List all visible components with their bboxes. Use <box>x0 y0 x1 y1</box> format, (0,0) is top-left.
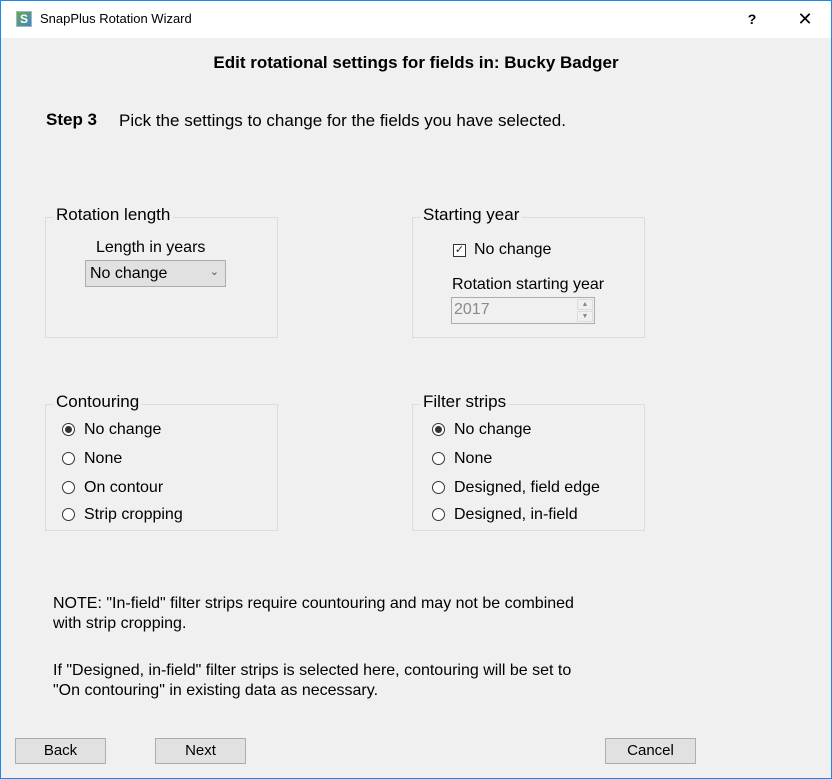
contouring-option-label[interactable]: Strip cropping <box>84 506 183 524</box>
cancel-button[interactable]: Cancel <box>605 738 696 764</box>
spin-up-button[interactable]: ▲ <box>577 299 593 310</box>
title-bar: S SnapPlus Rotation Wizard ? ✕ <box>1 1 831 38</box>
rotation-length-legend: Rotation length <box>53 205 174 225</box>
note-line: with strip cropping. <box>53 615 187 632</box>
back-button[interactable]: Back <box>15 738 106 764</box>
filter-strips-radio-no-change[interactable] <box>432 423 445 436</box>
step-label: Step 3 <box>46 110 98 129</box>
length-in-years-label: Length in years <box>96 239 206 256</box>
filter-strips-radio-in-field[interactable] <box>432 508 445 521</box>
spin-down-button[interactable]: ▼ <box>577 311 593 322</box>
arrow-down-icon: ▼ <box>581 313 589 320</box>
note-infield-text: NOTE: "In-field" filter strips require c… <box>53 594 673 634</box>
step-description: Pick the settings to change for the fiel… <box>119 111 566 130</box>
wizard-window: S SnapPlus Rotation Wizard ? ✕ Edit rota… <box>0 0 832 779</box>
contouring-radio-on-contour[interactable] <box>62 481 75 494</box>
filter-strips-option-label[interactable]: No change <box>454 421 531 439</box>
starting-year-spinner[interactable]: 2017 ▲ ▼ <box>451 297 595 324</box>
contouring-radio-none[interactable] <box>62 452 75 465</box>
filter-strips-option-label[interactable]: Designed, field edge <box>454 479 600 497</box>
note-line: NOTE: "In-field" filter strips require c… <box>53 595 574 612</box>
filter-strips-option-label[interactable]: None <box>454 450 492 468</box>
close-button[interactable]: ✕ <box>779 1 831 38</box>
contouring-option-label[interactable]: On contour <box>84 479 163 497</box>
length-in-years-select[interactable]: No change ⌄ <box>85 260 226 287</box>
note-line: If "Designed, in-field" filter strips is… <box>53 662 572 679</box>
contouring-option-label[interactable]: No change <box>84 421 161 439</box>
filter-strips-radio-none[interactable] <box>432 452 445 465</box>
note-line: "On contouring" in existing data as nece… <box>53 682 379 699</box>
contouring-radio-no-change[interactable] <box>62 423 75 436</box>
filter-strips-option-label[interactable]: Designed, in-field <box>454 506 578 524</box>
no-change-checkbox[interactable]: ✓ <box>453 244 466 257</box>
chevron-down-icon: ⌄ <box>209 266 219 278</box>
snapplus-logo-icon: S <box>16 11 32 27</box>
length-in-years-value: No change <box>90 265 168 282</box>
contouring-radio-strip-cropping[interactable] <box>62 508 75 521</box>
no-change-checkbox-label[interactable]: No change <box>474 241 551 259</box>
page-title: Edit rotational settings for fields in: … <box>213 53 619 72</box>
starting-year-value: 2017 <box>454 301 490 318</box>
next-button[interactable]: Next <box>155 738 246 764</box>
arrow-up-icon: ▲ <box>581 301 589 308</box>
help-button[interactable]: ? <box>729 1 775 38</box>
contouring-legend: Contouring <box>53 392 143 412</box>
filter-strips-legend: Filter strips <box>420 392 510 412</box>
note-designed-text: If "Designed, in-field" filter strips is… <box>53 661 673 701</box>
starting-year-legend: Starting year <box>420 205 523 225</box>
close-icon: ✕ <box>797 9 813 29</box>
rotation-starting-year-label: Rotation starting year <box>452 276 605 293</box>
filter-strips-radio-field-edge[interactable] <box>432 481 445 494</box>
contouring-option-label[interactable]: None <box>84 450 122 468</box>
window-title: SnapPlus Rotation Wizard <box>40 11 192 26</box>
